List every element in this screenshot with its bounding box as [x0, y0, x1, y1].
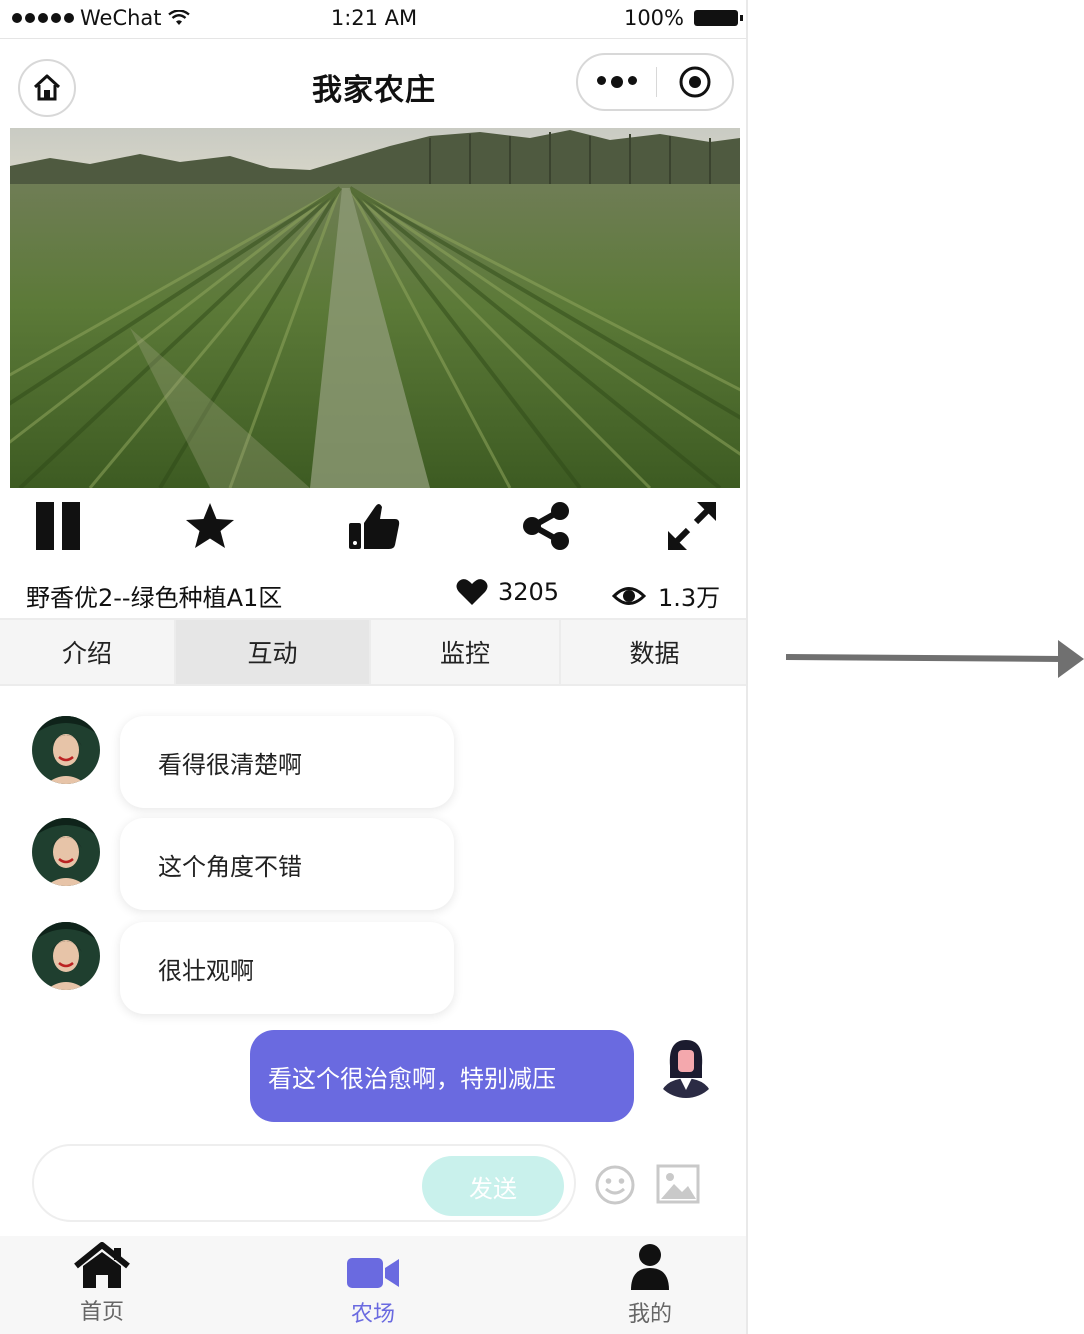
chat-message-self: 看这个很治愈啊，特别减压: [0, 1030, 746, 1124]
farm-video-player[interactable]: [10, 128, 740, 488]
more-button[interactable]: [578, 76, 656, 88]
share-button[interactable]: [516, 496, 576, 556]
smiley-icon: [595, 1165, 635, 1205]
video-camera-icon: [347, 1258, 399, 1288]
views-value: 1.3万: [658, 584, 721, 612]
emoji-button[interactable]: [594, 1164, 636, 1210]
tabbar-item-farm[interactable]: 农场: [303, 1236, 443, 1334]
battery-icon: [694, 10, 743, 26]
video-info: 野香优2--绿色种植A1区 3205 1.3万: [0, 572, 746, 618]
status-bar: WeChat 1:21 AM 100%: [0, 0, 746, 38]
message-composer: 发送: [0, 1142, 746, 1226]
tabbar-label: 农场: [350, 1302, 395, 1327]
mini-program-capsule: [576, 53, 734, 111]
tabbar-label: 首页: [79, 1300, 124, 1325]
video-controls: [0, 490, 746, 568]
image-icon: [656, 1164, 700, 1204]
more-dot-icon: [628, 76, 638, 85]
tab-intro[interactable]: 介绍: [0, 620, 176, 684]
avatar-self[interactable]: [652, 1030, 720, 1098]
rice-field-image: [10, 128, 740, 488]
field-title: 野香优2--绿色种植A1区: [26, 584, 283, 612]
flow-arrow: [785, 640, 1084, 684]
fullscreen-icon: [668, 502, 716, 550]
content-tabs: 介绍 互动 监控 数据: [0, 618, 746, 686]
views-count: 1.3万: [612, 578, 720, 613]
chat-message: 很壮观啊: [0, 922, 746, 1016]
message-bubble: 看得很清楚啊: [120, 716, 454, 808]
message-bubble: 这个角度不错: [120, 818, 454, 910]
image-button[interactable]: [656, 1164, 700, 1208]
right-arrow-icon: [785, 640, 1084, 678]
tab-interaction[interactable]: 互动: [176, 620, 371, 684]
more-dot-icon: [611, 76, 624, 88]
phone-screen: WeChat 1:21 AM 100% 我家农庄 野香优2--绿色种植A1区 3…: [0, 0, 748, 1334]
message-bubble: 很壮观啊: [120, 922, 454, 1014]
avatar[interactable]: [32, 716, 100, 784]
tab-data[interactable]: 数据: [561, 620, 746, 684]
favorite-button[interactable]: [180, 496, 240, 556]
home-icon: [74, 1242, 130, 1288]
bottom-tab-bar: 首页 农场 我的: [0, 1236, 746, 1334]
user-avatar-icon: [32, 922, 100, 990]
tab-monitor[interactable]: 监控: [371, 620, 561, 684]
fullscreen-button[interactable]: [662, 496, 722, 556]
message-bubble-self: 看这个很治愈啊，特别减压: [250, 1030, 634, 1122]
tabbar-item-home[interactable]: 首页: [32, 1236, 172, 1334]
close-mini-program-button[interactable]: [657, 65, 732, 99]
tabbar-label: 我的: [627, 1302, 672, 1327]
likes-count: 3205: [456, 578, 559, 606]
user-avatar-icon: [32, 716, 100, 784]
pause-button[interactable]: [28, 496, 88, 556]
self-avatar-icon: [652, 1030, 720, 1098]
likes-value: 3205: [498, 578, 560, 606]
target-close-icon: [679, 66, 711, 98]
heart-icon: [456, 579, 488, 605]
pause-icon: [36, 502, 80, 550]
user-avatar-icon: [32, 818, 100, 886]
chat-area: 看得很清楚啊 这个角度不错 很壮观啊 看这个很治愈啊，特别减压: [0, 688, 746, 1138]
battery-percent: 100%: [623, 6, 684, 30]
eye-icon: [612, 586, 646, 605]
avatar[interactable]: [32, 818, 100, 886]
chat-message: 看得很清楚啊: [0, 716, 746, 810]
user-icon: [631, 1244, 669, 1290]
star-icon: [186, 503, 234, 548]
thumbs-up-icon: [349, 504, 400, 549]
chat-message: 这个角度不错: [0, 818, 746, 912]
more-dot-icon: [597, 76, 607, 85]
share-icon: [523, 502, 569, 550]
send-button[interactable]: 发送: [422, 1156, 564, 1216]
like-button[interactable]: [344, 496, 404, 556]
avatar[interactable]: [32, 922, 100, 990]
battery-info: 100%: [623, 6, 743, 30]
tabbar-item-mine[interactable]: 我的: [580, 1236, 720, 1334]
navigation-bar: 我家农庄: [0, 38, 746, 127]
